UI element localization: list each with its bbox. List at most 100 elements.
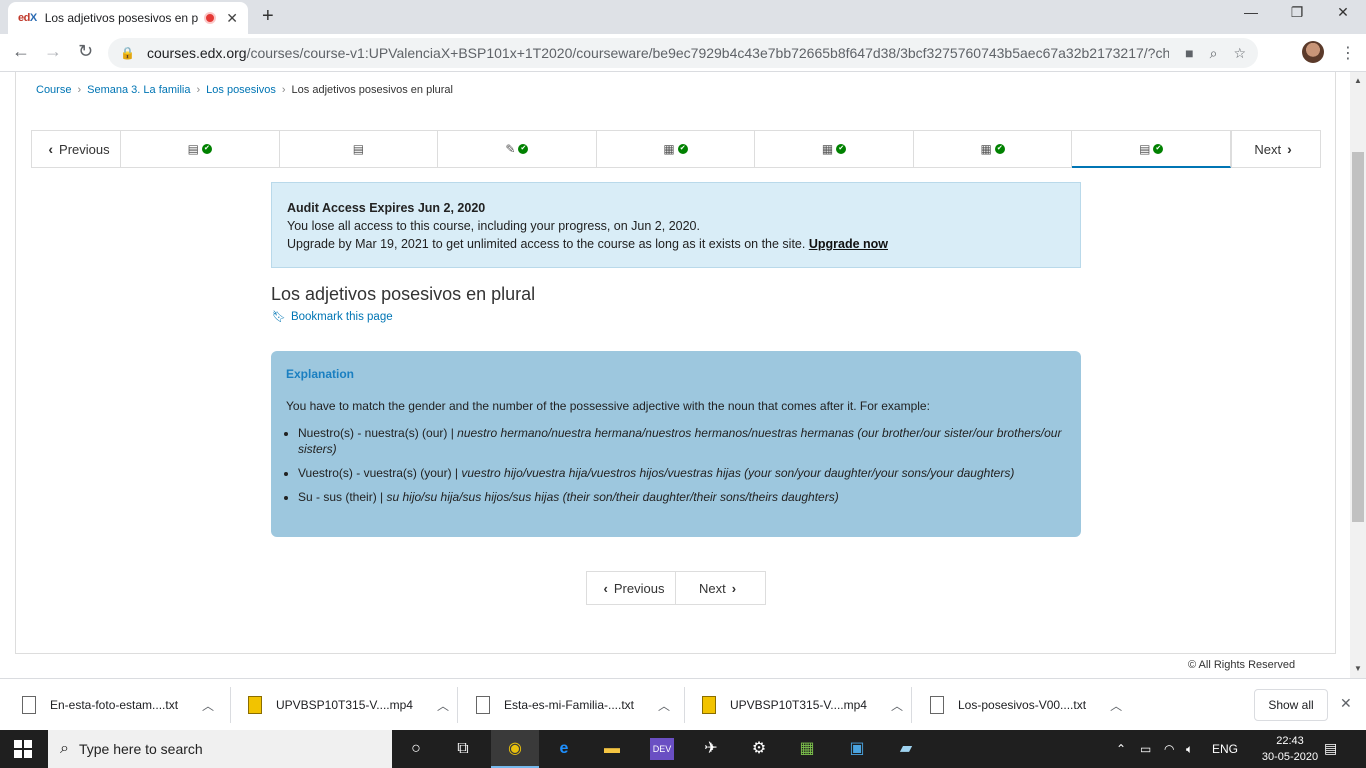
- alert-line1: You lose all access to this course, incl…: [287, 219, 700, 233]
- zoom-icon[interactable]: ⌕: [1210, 45, 1218, 62]
- back-arrow-icon[interactable]: ←: [12, 41, 30, 62]
- alert-line2: Upgrade by Mar 19, 2021 to get unlimited…: [287, 237, 806, 251]
- sequence-unit-4[interactable]: ▦ ✔: [596, 130, 756, 168]
- video-file-icon: [702, 696, 716, 714]
- download-item-5[interactable]: Los-posesivos-V00....txt ︿: [930, 689, 1122, 721]
- bookmark-button[interactable]: 🔖︎ Bookmark this page: [272, 310, 393, 323]
- book-icon: ▤: [187, 142, 199, 156]
- check-icon: ✔: [518, 144, 529, 154]
- bookmark-icon: 🔖︎: [272, 311, 286, 323]
- chevron-up-icon[interactable]: ︿: [891, 697, 903, 714]
- bottom-previous-button[interactable]: ‹ Previous: [586, 571, 676, 605]
- notifications-icon[interactable]: ▤: [1324, 740, 1337, 757]
- check-icon: ✔: [1153, 143, 1164, 154]
- minimize-icon[interactable]: —: [1228, 4, 1274, 20]
- windows-taskbar: ⌕ Type here to search ○ ⧉ ◉ e ▬ DEV ✈ ⚙ ▦…: [0, 730, 1366, 768]
- chevron-right-icon: ›: [1287, 141, 1292, 157]
- breadcrumb: Course › Semana 3. La familia › Los posesivo…: [36, 84, 453, 96]
- chevron-left-icon: ‹: [48, 141, 54, 157]
- breadcrumb-posesivos[interactable]: Los posesivos: [206, 84, 276, 96]
- app-icon[interactable]: ✈: [700, 738, 722, 760]
- sequence-unit-1[interactable]: ▤ ✔: [121, 130, 280, 168]
- copyright-footer: © All Rights Reserved: [1188, 659, 1296, 671]
- edge-icon[interactable]: e: [553, 738, 575, 760]
- taskbar-search-input[interactable]: ⌕ Type here to search: [48, 730, 392, 768]
- explanation-box: Explanation You have to match the gender…: [271, 351, 1081, 537]
- bookmark-star-icon[interactable]: ☆: [1233, 45, 1246, 62]
- bottom-next-button[interactable]: Next ›: [676, 571, 766, 605]
- sequence-unit-5[interactable]: ▦ ✔: [755, 130, 914, 168]
- audit-access-alert: Audit Access Expires Jun 2, 2020 You los…: [271, 182, 1081, 268]
- chevron-up-icon[interactable]: ︿: [437, 697, 449, 714]
- sequence-unit-3[interactable]: ✎ ✔: [438, 130, 597, 168]
- camera-icon[interactable]: ■: [1185, 45, 1193, 61]
- window-close-icon[interactable]: ✕: [1320, 4, 1366, 21]
- reload-icon[interactable]: ↻: [78, 41, 93, 62]
- cortana-icon[interactable]: ○: [405, 738, 427, 760]
- volume-icon[interactable]: 🔈︎: [1186, 742, 1193, 757]
- maximize-icon[interactable]: ❐: [1274, 4, 1320, 21]
- sequence-unit-6[interactable]: ▦ ✔: [913, 130, 1073, 168]
- check-icon: ✔: [201, 144, 212, 154]
- check-icon: ✔: [836, 144, 847, 154]
- chevron-up-icon[interactable]: ︿: [202, 697, 214, 714]
- new-tab-icon[interactable]: +: [262, 5, 274, 28]
- downloads-bar: En-esta-foto-estam....txt ︿ UPVBSP10T315-…: [0, 678, 1366, 730]
- chrome-menu-icon[interactable]: ⋮: [1340, 43, 1356, 63]
- text-file-icon: [476, 696, 490, 714]
- chevron-right-icon: ›: [731, 580, 737, 596]
- sequence-previous-button[interactable]: ‹ Previous: [31, 130, 121, 168]
- page-scrollbar[interactable]: ▲ ▼: [1350, 72, 1366, 678]
- video-file-icon: [248, 696, 262, 714]
- browser-tab-strip: edX Los adjetivos posesivos en p ✕ + — ❐…: [0, 0, 1366, 34]
- tab-close-icon[interactable]: ✕: [226, 10, 238, 27]
- breadcrumb-course[interactable]: Course: [36, 84, 71, 96]
- download-item-1[interactable]: En-esta-foto-estam....txt ︿: [22, 689, 214, 721]
- download-item-2[interactable]: UPVBSP10T315-V....mp4 ︿: [248, 689, 449, 721]
- breadcrumb-semana[interactable]: Semana 3. La familia: [87, 84, 190, 96]
- scrollbar-thumb[interactable]: [1352, 152, 1364, 522]
- show-all-button[interactable]: Show all: [1254, 689, 1328, 721]
- windows-start-icon[interactable]: [14, 740, 32, 758]
- task-view-icon[interactable]: ⧉: [452, 738, 474, 760]
- recording-indicator-icon: [204, 12, 217, 24]
- photos-icon[interactable]: ▣: [846, 738, 868, 760]
- video-icon: ▦: [980, 142, 992, 156]
- downloads-close-icon[interactable]: ✕: [1340, 695, 1352, 712]
- file-explorer-icon[interactable]: ▬: [601, 738, 623, 760]
- taskbar-clock[interactable]: 22:43 30-05-2020: [1260, 733, 1320, 765]
- sequence-unit-2[interactable]: ▤: [279, 130, 439, 168]
- text-file-icon: [930, 696, 944, 714]
- sequence-unit-7[interactable]: ▤ ✔: [1072, 130, 1232, 168]
- chrome-icon[interactable]: ◉: [504, 738, 526, 760]
- browser-tab[interactable]: edX Los adjetivos posesivos en p ✕: [8, 2, 248, 34]
- spreadsheet-icon[interactable]: ▦: [796, 738, 818, 760]
- scroll-up-icon[interactable]: ▲: [1354, 76, 1362, 85]
- address-bar[interactable]: 🔒 courses.edx.org/courses/course-v1:UPVa…: [108, 38, 1258, 68]
- text-file-icon: [22, 696, 36, 714]
- battery-icon[interactable]: ▭: [1140, 742, 1151, 756]
- check-icon: ✔: [677, 144, 688, 154]
- video-icon: ▦: [663, 142, 675, 156]
- course-frame: Course › Semana 3. La familia › Los posesivo…: [15, 72, 1336, 654]
- download-item-3[interactable]: Esta-es-mi-Familia-....txt ︿: [476, 689, 670, 721]
- sequence-next-button[interactable]: Next ›: [1231, 130, 1322, 168]
- profile-avatar[interactable]: [1302, 41, 1324, 63]
- notepad-icon[interactable]: ▰: [895, 738, 917, 760]
- wifi-icon[interactable]: ◠: [1164, 742, 1174, 756]
- breadcrumb-current: Los adjetivos posesivos en plural: [291, 84, 453, 96]
- chevron-up-icon[interactable]: ︿: [1110, 697, 1122, 714]
- explanation-intro: You have to match the gender and the num…: [286, 399, 930, 413]
- chevron-up-icon[interactable]: ︿: [658, 697, 670, 714]
- forward-arrow-icon[interactable]: →: [44, 41, 62, 62]
- settings-gear-icon[interactable]: ⚙: [748, 738, 770, 760]
- chevron-left-icon: ‹: [603, 580, 608, 596]
- tray-chevron-up-icon[interactable]: ⌃: [1116, 742, 1126, 756]
- language-indicator[interactable]: ENG: [1212, 742, 1238, 756]
- scroll-down-icon[interactable]: ▼: [1354, 664, 1362, 673]
- dev-app-icon[interactable]: DEV: [650, 738, 674, 760]
- edx-favicon-icon: edX: [18, 12, 37, 24]
- upgrade-now-link[interactable]: Upgrade now: [809, 237, 888, 251]
- download-item-4[interactable]: UPVBSP10T315-V....mp4 ︿: [702, 689, 903, 721]
- url-text: courses.edx.org/courses/course-v1:UPVale…: [146, 45, 1170, 61]
